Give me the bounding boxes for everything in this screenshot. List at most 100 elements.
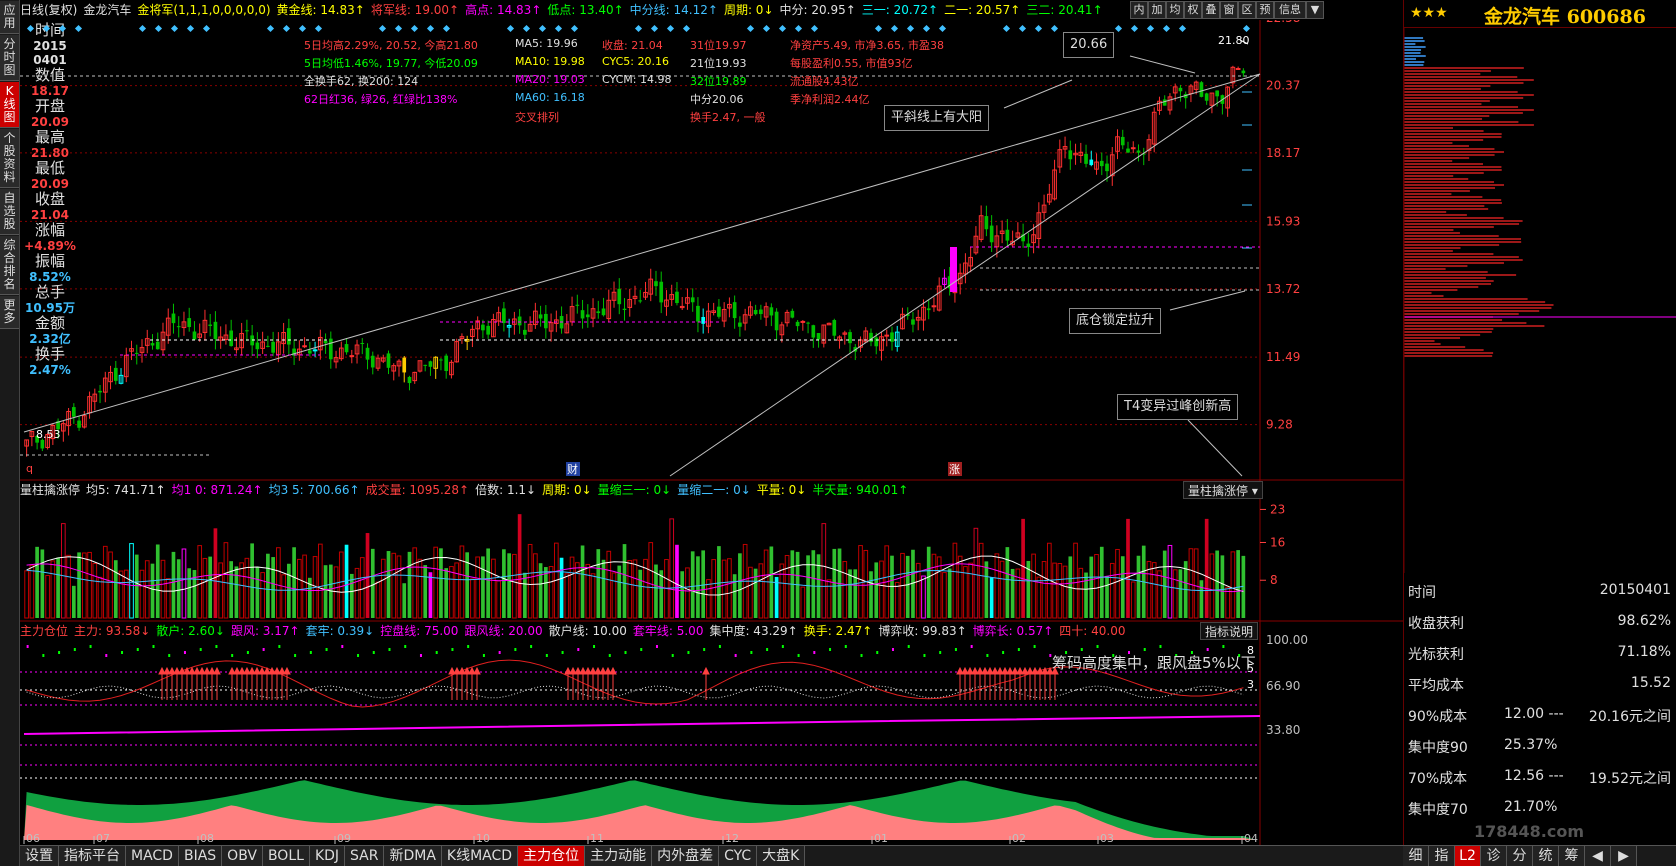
tool-button-9[interactable]: ▼ — [1306, 1, 1324, 19]
volume-bar — [706, 579, 711, 619]
tool-button-4[interactable]: 叠 — [1202, 1, 1220, 19]
indicator-dot — [624, 651, 627, 654]
vol_header-item-6: 周期: 0↓ — [542, 483, 592, 497]
stat-label: 收盘获利 — [1408, 616, 1464, 632]
candle-body — [884, 334, 890, 337]
candle-body — [1136, 150, 1141, 153]
control-line — [23, 715, 1261, 735]
annotation-1: 5日均低1.46%, 19.77, 今低20.09 — [304, 57, 478, 70]
right-tab-1[interactable]: 指 — [1429, 846, 1455, 866]
indicator-tab-3[interactable]: BIAS — [178, 846, 223, 866]
indicator-tab-14[interactable]: 大盘K — [757, 846, 806, 866]
right-tab-3[interactable]: 诊 — [1481, 846, 1507, 866]
tool-button-6[interactable]: 区 — [1238, 1, 1256, 19]
indicator-tab-0[interactable]: 设置 — [20, 846, 59, 866]
indicator-dot — [199, 648, 202, 651]
volume-bar — [375, 581, 381, 619]
candle-body — [1130, 147, 1136, 150]
candle-body — [1204, 93, 1209, 101]
left-tab-2[interactable]: K线图 — [0, 82, 19, 128]
indicator-help-button[interactable]: 指标说明 — [1200, 622, 1259, 640]
indicator-dot — [325, 648, 328, 651]
signal-diamond — [426, 24, 435, 33]
tool-button-7[interactable]: 预 — [1256, 1, 1274, 19]
indicator-tab-6[interactable]: KDJ — [309, 846, 346, 866]
left-tab-6[interactable]: 更多 — [0, 296, 19, 329]
indicator-tab-5[interactable]: BOLL — [262, 846, 310, 866]
tool-button-3[interactable]: 权 — [1184, 1, 1202, 19]
signal-diamond — [922, 24, 931, 33]
indicator-tab-9[interactable]: K线MACD — [441, 846, 519, 866]
volume-bar — [71, 585, 76, 618]
volume-bar — [517, 514, 522, 618]
tool-button-1[interactable]: 加 — [1148, 1, 1166, 19]
volume-bar — [1105, 575, 1109, 618]
volume-bar — [538, 563, 543, 618]
volume-bar — [1109, 562, 1115, 619]
kline-chart-area[interactable]: 22.5820.3718.1715.9313.7211.499.2821.808… — [20, 0, 1403, 845]
volume-bar — [732, 574, 737, 618]
left-tab-1[interactable]: 分时图 — [0, 35, 19, 81]
indicator-tab-12[interactable]: 内外盘差 — [652, 846, 720, 866]
candle-body — [312, 349, 318, 352]
right-tab-0[interactable]: 细 — [1403, 846, 1429, 866]
indicator-dot — [136, 648, 139, 651]
left-tab-4[interactable]: 自选股 — [0, 189, 19, 235]
annotation-17: 净资产5.49, 市净3.65, 市盈38 — [790, 39, 944, 52]
indicator-tab-11[interactable]: 主力动能 — [585, 846, 653, 866]
left-tab-0[interactable]: 应用 — [0, 1, 19, 34]
right-tab-4[interactable]: 分 — [1507, 846, 1533, 866]
volume-bar — [134, 554, 139, 618]
tool-button-8[interactable]: 信息 — [1274, 1, 1306, 19]
tool-button-0[interactable]: 内 — [1130, 1, 1148, 19]
tool-button-5[interactable]: 窗 — [1220, 1, 1238, 19]
indicator-tab-13[interactable]: CYC — [719, 846, 758, 866]
indicator-tab-8[interactable]: 新DMA — [384, 846, 442, 866]
indicator-tab-7[interactable]: SAR — [345, 846, 385, 866]
left-tab-5[interactable]: 综合排名 — [0, 236, 19, 295]
annotation-5: MA10: 19.98 — [515, 55, 585, 68]
volume-bar — [569, 556, 575, 619]
indicator-dot — [262, 648, 265, 651]
indicator-dot — [246, 651, 249, 654]
volume-bar — [507, 553, 511, 618]
candle-body — [806, 322, 810, 324]
right-tab-7[interactable]: ◀ — [1585, 846, 1611, 866]
indicator-dot — [278, 645, 281, 648]
indicator-tab-10[interactable]: 主力仓位 — [518, 846, 586, 866]
candle-body — [585, 314, 590, 318]
indicator-dot — [1096, 645, 1099, 648]
indicator-tab-1[interactable]: 指标平台 — [59, 846, 126, 866]
candle-body — [323, 340, 328, 344]
indicator-tab-2[interactable]: MACD — [126, 846, 179, 866]
volume-bar — [627, 559, 633, 619]
signal-diamond — [506, 24, 515, 33]
left-tab-3[interactable]: 个股资料 — [0, 129, 19, 188]
date-label: 07 — [96, 832, 110, 845]
buy-arrow — [283, 666, 291, 700]
stat-value: 15.52 — [1630, 675, 1671, 691]
right-tab-5[interactable]: 统 — [1533, 846, 1559, 866]
volume-bar — [380, 558, 386, 619]
volume-indicator-dropdown[interactable]: 量柱擒涨停 ▾ — [1183, 481, 1263, 499]
indicator-tab-4[interactable]: OBV — [222, 846, 263, 866]
volume-bar — [417, 558, 423, 619]
indicator-dot — [58, 651, 61, 654]
right-tab-6[interactable]: 筹 — [1559, 846, 1585, 866]
volume-bar — [973, 527, 979, 619]
volume-bar — [984, 561, 989, 618]
right-tab-8[interactable]: ▶ — [1611, 846, 1637, 866]
volume-bar — [574, 562, 580, 619]
tool-button-2[interactable]: 均 — [1166, 1, 1184, 19]
candle-body — [874, 337, 879, 347]
indicator-dot — [467, 645, 470, 648]
indicator-dot — [655, 645, 658, 648]
right-tab-2[interactable]: L2 — [1455, 846, 1481, 866]
header-item-5: 高点: 14.83↑ — [465, 3, 542, 17]
indicator-dot — [829, 648, 832, 651]
volume-bar — [842, 561, 848, 619]
candle-body — [816, 333, 821, 340]
candle-body — [984, 216, 989, 230]
indicator-dot — [561, 651, 564, 654]
volume-bar — [281, 574, 286, 619]
